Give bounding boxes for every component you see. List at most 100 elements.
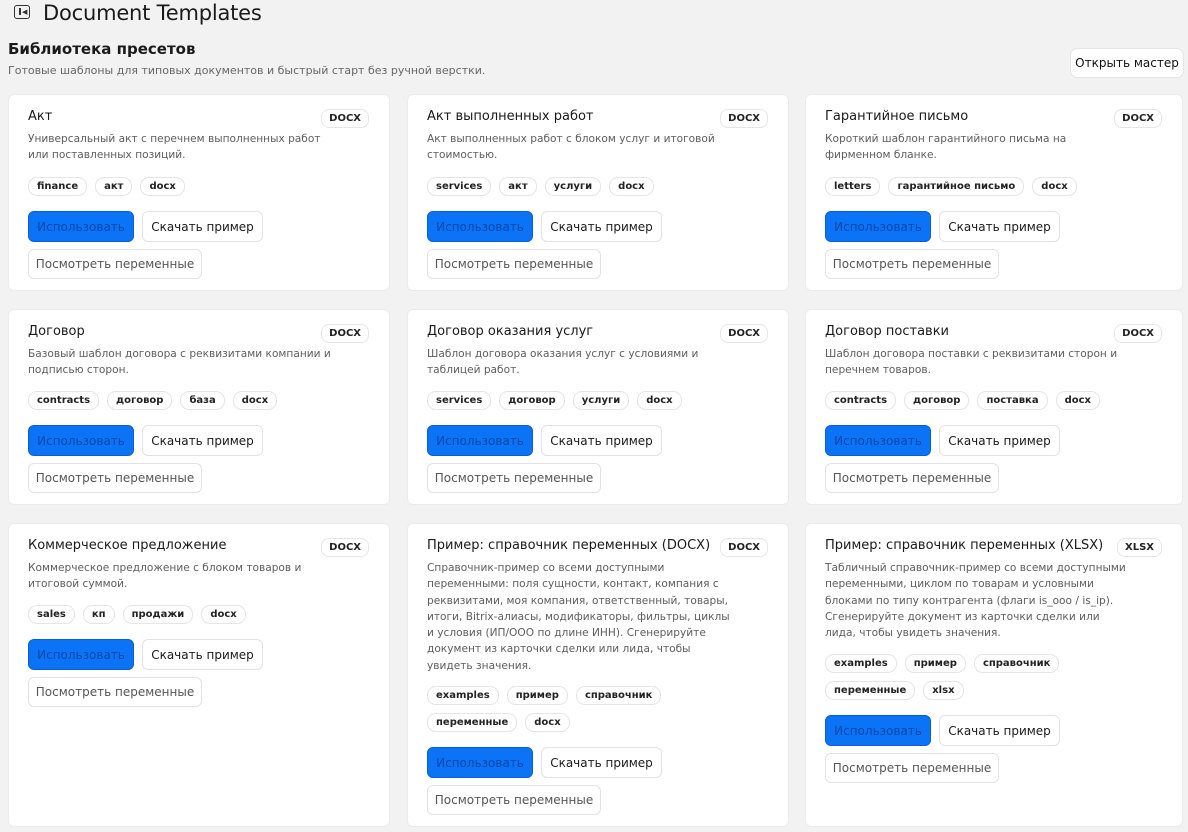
template-card: Коммерческое предложение DOCX Коммерческ…	[8, 523, 390, 827]
tag: акт	[95, 177, 133, 196]
use-template-button[interactable]: Использовать	[427, 425, 533, 456]
tag: letters	[825, 177, 881, 196]
tag-list: services договор услуги docx	[427, 391, 757, 410]
format-badge: DOCX	[321, 324, 369, 343]
tag: пример	[506, 686, 568, 705]
card-description: Шаблон договора поставки с реквизитами с…	[825, 348, 1118, 377]
tag: поставка	[977, 391, 1048, 410]
view-variables-button[interactable]: Посмотреть переменные	[427, 249, 601, 279]
format-badge: DOCX	[720, 538, 768, 557]
card-title: Коммерческое предложение	[28, 538, 227, 553]
tag-list: examples пример справочник переменные xlsx	[825, 654, 1155, 700]
view-variables-button[interactable]: Посмотреть переменные	[28, 677, 202, 707]
tag: docx	[140, 177, 185, 196]
card-actions: Использовать Скачать пример	[427, 211, 662, 242]
use-template-button[interactable]: Использовать	[825, 425, 931, 456]
tag: docx	[232, 391, 278, 410]
format-badge: DOCX	[1114, 109, 1162, 128]
tag: продажи	[122, 605, 194, 624]
tag: docx	[525, 713, 570, 732]
tag: услуги	[572, 391, 630, 410]
card-description: Шаблон договора оказания услуг с условия…	[427, 348, 699, 377]
format-badge: DOCX	[1114, 324, 1162, 343]
tag: переменные	[825, 681, 916, 700]
use-template-button[interactable]: Использовать	[427, 211, 533, 242]
tag-list: examples пример справочник переменные docx	[427, 686, 757, 732]
view-variables-button[interactable]: Посмотреть переменные	[28, 463, 202, 493]
card-actions: Использовать Скачать пример	[28, 639, 263, 670]
tag: справочник	[973, 654, 1060, 673]
tag: справочник	[575, 686, 662, 705]
use-template-button[interactable]: Использовать	[825, 715, 931, 746]
template-card: Пример: справочник переменных (XLSX) XLS…	[805, 523, 1183, 827]
tag-list: finance акт docx	[28, 177, 358, 196]
card-description: Коммерческое предложение с блоком товаро…	[28, 562, 302, 591]
tag: кп	[82, 605, 115, 624]
use-template-button[interactable]: Использовать	[28, 211, 134, 242]
template-card: Договор поставки DOCX Шаблон договора по…	[805, 309, 1183, 505]
card-description: Табличный справочник-пример со всеми дос…	[825, 562, 1126, 640]
open-wizard-button[interactable]: Открыть мастер	[1070, 48, 1184, 78]
tag-list: contracts договор поставка docx	[825, 391, 1155, 410]
card-title: Пример: справочник переменных (DOCX)	[427, 538, 711, 553]
card-actions: Использовать Скачать пример	[28, 425, 263, 456]
library-subtitle: Готовые шаблоны для типовых документов и…	[8, 64, 486, 77]
card-actions: Использовать Скачать пример	[825, 715, 1060, 746]
card-actions: Использовать Скачать пример	[28, 211, 263, 242]
card-description: Короткий шаблон гарантийного письма на ф…	[825, 133, 1067, 162]
format-badge: XLSX	[1117, 538, 1162, 557]
view-variables-button[interactable]: Посмотреть переменные	[825, 753, 999, 783]
download-sample-button[interactable]: Скачать пример	[142, 639, 263, 670]
format-badge: DOCX	[720, 109, 768, 128]
tag: docx	[1055, 391, 1100, 410]
app-title: Document Templates	[43, 1, 262, 25]
card-title: Договор оказания услуг	[427, 324, 594, 339]
use-template-button[interactable]: Использовать	[427, 747, 533, 778]
download-sample-button[interactable]: Скачать пример	[541, 425, 662, 456]
tag: examples	[427, 686, 499, 705]
tag: услуги	[544, 177, 602, 196]
card-actions: Использовать Скачать пример	[825, 425, 1060, 456]
sidebar-toggle-icon[interactable]: ◀	[14, 5, 30, 19]
tag: contracts	[825, 391, 897, 410]
view-variables-button[interactable]: Посмотреть переменные	[825, 249, 999, 279]
download-sample-button[interactable]: Скачать пример	[142, 425, 263, 456]
download-sample-button[interactable]: Скачать пример	[541, 747, 662, 778]
card-title: Договор	[28, 324, 85, 339]
format-badge: DOCX	[321, 538, 369, 557]
template-card: Акт выполненных работ DOCX Акт выполненн…	[407, 94, 789, 291]
tag: договор	[499, 391, 565, 410]
template-card: Договор оказания услуг DOCX Шаблон догов…	[407, 309, 789, 505]
card-title: Договор поставки	[825, 324, 949, 339]
template-card: Гарантийное письмо DOCX Короткий шаблон …	[805, 94, 1183, 291]
card-description: Справочник-пример со всеми доступными пе…	[427, 562, 730, 672]
card-actions: Использовать Скачать пример	[427, 425, 662, 456]
view-variables-button[interactable]: Посмотреть переменные	[28, 249, 202, 279]
download-sample-button[interactable]: Скачать пример	[939, 715, 1060, 746]
download-sample-button[interactable]: Скачать пример	[541, 211, 662, 242]
tag: пример	[904, 654, 966, 673]
use-template-button[interactable]: Использовать	[825, 211, 931, 242]
view-variables-button[interactable]: Посмотреть переменные	[427, 463, 601, 493]
view-variables-button[interactable]: Посмотреть переменные	[825, 463, 999, 493]
use-template-button[interactable]: Использовать	[28, 425, 134, 456]
use-template-button[interactable]: Использовать	[28, 639, 134, 670]
download-sample-button[interactable]: Скачать пример	[939, 211, 1060, 242]
tag: docx	[637, 391, 682, 410]
tag: examples	[825, 654, 897, 673]
card-title: Акт выполненных работ	[427, 109, 594, 124]
tag: переменные	[427, 713, 518, 732]
tag: договор	[107, 391, 173, 410]
library-title: Библиотека пресетов	[8, 40, 196, 58]
download-sample-button[interactable]: Скачать пример	[142, 211, 263, 242]
tag-list: sales кп продажи docx	[28, 605, 358, 624]
card-title: Пример: справочник переменных (XLSX)	[825, 538, 1104, 553]
card-title: Гарантийное письмо	[825, 109, 969, 124]
download-sample-button[interactable]: Скачать пример	[939, 425, 1060, 456]
tag: services	[427, 391, 492, 410]
tag: акт	[499, 177, 537, 196]
view-variables-button[interactable]: Посмотреть переменные	[427, 785, 601, 815]
tag: docx	[609, 177, 654, 196]
format-badge: DOCX	[720, 324, 768, 343]
tag: гарантийное письмо	[888, 177, 1025, 196]
